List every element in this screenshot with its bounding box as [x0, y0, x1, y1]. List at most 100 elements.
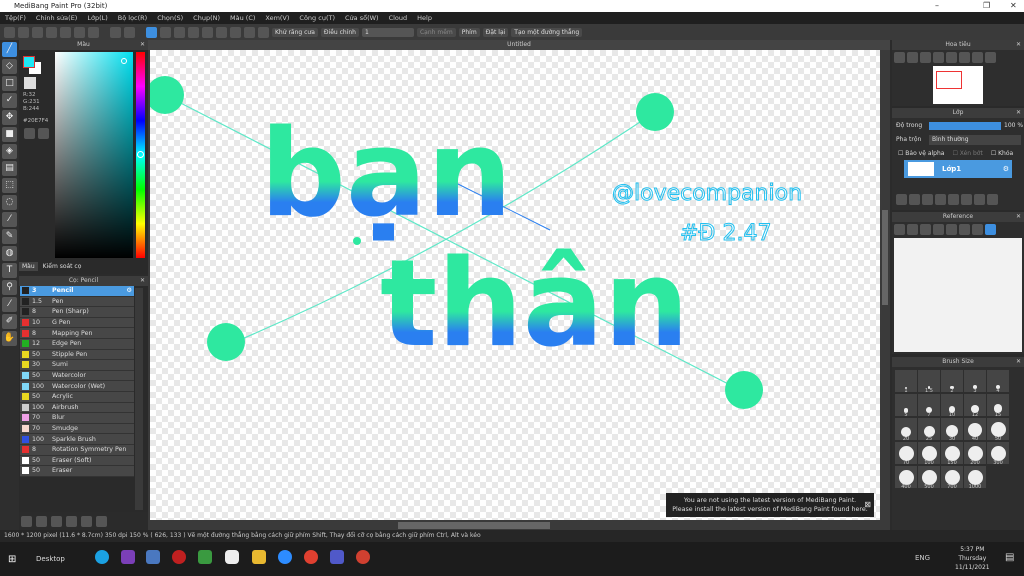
- opacity-slider[interactable]: [929, 122, 1001, 130]
- maximize-button[interactable]: ❐: [983, 0, 990, 12]
- add-brush-icon[interactable]: [21, 516, 32, 527]
- brush-item[interactable]: 100 Sparkle Brush: [20, 434, 134, 445]
- brush-item[interactable]: 8 Rotation Symmetry Pen: [20, 444, 134, 456]
- grid-icon[interactable]: [88, 26, 99, 38]
- reference-view[interactable]: [894, 238, 1022, 352]
- adjust-select[interactable]: 1: [361, 27, 414, 37]
- brush-size-option[interactable]: 400: [895, 466, 917, 490]
- settings-snap-icon[interactable]: [258, 26, 269, 38]
- cloud-icon[interactable]: [4, 26, 15, 38]
- brush-size-option[interactable]: 40: [964, 418, 986, 442]
- zoom-out-icon[interactable]: [959, 224, 970, 235]
- brush-size-option[interactable]: 100: [918, 442, 940, 466]
- actual-size-icon[interactable]: [933, 52, 944, 63]
- cross-snap-icon[interactable]: [174, 26, 185, 38]
- zoom-out-icon[interactable]: [907, 52, 918, 63]
- snap-off-icon[interactable]: [146, 26, 157, 38]
- horizontal-scrollbar[interactable]: [398, 522, 550, 529]
- brush-item[interactable]: 1.5 Pen: [20, 296, 134, 308]
- ellipse-snap-icon[interactable]: [244, 26, 255, 38]
- antialias-toggle[interactable]: Khử răng cưa: [272, 27, 318, 37]
- blend-mode-select[interactable]: Bình thường: [929, 135, 1021, 145]
- desktop-toolbar[interactable]: Desktop: [36, 555, 65, 563]
- magic-wand-tool-icon[interactable]: ⁄: [2, 212, 17, 227]
- menu-item[interactable]: Công cụ(T): [299, 12, 335, 24]
- cloud-open-icon[interactable]: [894, 224, 905, 235]
- layer-row[interactable]: Lớp1 ⚙: [904, 160, 1012, 178]
- brush-size-option[interactable]: 3: [964, 370, 986, 394]
- comment-icon[interactable]: [32, 26, 43, 38]
- brush-item[interactable]: 50 Acrylic: [20, 391, 134, 403]
- brush-item[interactable]: 10 G Pen: [20, 317, 134, 329]
- brush-size-option[interactable]: 7: [918, 394, 940, 418]
- transparent-swatch[interactable]: [24, 77, 36, 89]
- brush-tool-icon[interactable]: ╱: [2, 42, 17, 57]
- list-icon[interactable]: [74, 26, 85, 38]
- close-icon[interactable]: ✕: [1016, 357, 1021, 367]
- brush-size-option[interactable]: 15: [987, 394, 1009, 418]
- close-reference-icon[interactable]: [920, 224, 931, 235]
- brush-size-option[interactable]: 200: [964, 442, 986, 466]
- export-icon[interactable]: [18, 26, 29, 38]
- folder-icon[interactable]: [66, 516, 77, 527]
- saturation-value-picker[interactable]: [55, 52, 133, 258]
- redo-icon[interactable]: [124, 26, 135, 38]
- skype-icon[interactable]: [95, 550, 109, 564]
- close-icon[interactable]: ⊠: [864, 500, 871, 509]
- app-g-icon[interactable]: [121, 550, 135, 564]
- new-layer-icon[interactable]: [896, 194, 907, 205]
- medibang-icon[interactable]: [225, 550, 239, 564]
- brush-size-option[interactable]: 500: [918, 466, 940, 490]
- notepad-icon[interactable]: [146, 550, 160, 564]
- brush-item[interactable]: 50 Eraser: [20, 466, 134, 477]
- close-icon[interactable]: ✕: [1016, 108, 1021, 118]
- brush-size-option[interactable]: 1000: [964, 466, 986, 490]
- brush-size-option[interactable]: 30: [941, 418, 963, 442]
- rotate-right-icon[interactable]: [959, 52, 970, 63]
- brush-size-option[interactable]: 300: [987, 442, 1009, 466]
- layer-settings-icon[interactable]: [974, 194, 985, 205]
- brush-list-scrollbar[interactable]: [135, 288, 143, 510]
- notification-icon[interactable]: ▤: [1005, 552, 1014, 563]
- hue-slider[interactable]: [136, 52, 145, 258]
- brush-item[interactable]: 8 Pen (Sharp): [20, 307, 134, 318]
- navigator-thumbnail[interactable]: [933, 66, 983, 104]
- parallel-snap-icon[interactable]: [160, 26, 171, 38]
- gear-icon[interactable]: ⚙: [126, 287, 132, 294]
- select-rect-tool-icon[interactable]: □: [2, 76, 17, 91]
- teams-icon[interactable]: [330, 550, 344, 564]
- close-button[interactable]: ✕: [1010, 0, 1017, 12]
- rotate-left-icon[interactable]: [946, 52, 957, 63]
- import-brush-icon[interactable]: [36, 516, 47, 527]
- curve-snap-icon[interactable]: [230, 26, 241, 38]
- clock[interactable]: 5:37 PM Thursday 11/11/2021: [955, 545, 990, 572]
- eyedropper-icon[interactable]: [972, 224, 983, 235]
- page-icon[interactable]: [46, 26, 57, 38]
- menu-item[interactable]: Màu (C): [230, 12, 255, 24]
- windows-start-icon[interactable]: ⊞: [8, 554, 16, 565]
- dropper-tool-icon[interactable]: ⁄: [2, 297, 17, 312]
- bucket-tool-icon[interactable]: ◈: [2, 144, 17, 159]
- menu-item[interactable]: Xem(V): [265, 12, 289, 24]
- straight-line-button[interactable]: Tạo một đường thẳng: [511, 27, 583, 37]
- menu-item[interactable]: Help: [417, 12, 432, 24]
- folder-icon[interactable]: [948, 194, 959, 205]
- palette-icon[interactable]: [24, 128, 35, 139]
- menu-item[interactable]: Chọn(S): [157, 12, 183, 24]
- clipping-checkbox[interactable]: ☐ Xén bớt: [952, 150, 982, 157]
- document-tab[interactable]: Untitled: [148, 40, 890, 50]
- chrome-profile-icon[interactable]: [356, 550, 370, 564]
- foreground-color-swatch[interactable]: [23, 56, 35, 68]
- brush-item[interactable]: 50 Eraser (Soft): [20, 455, 134, 467]
- delete-icon[interactable]: [96, 516, 107, 527]
- chrome-icon[interactable]: [304, 550, 318, 564]
- menu-item[interactable]: Cửa sổ(W): [345, 12, 379, 24]
- brush-size-option[interactable]: 12: [964, 394, 986, 418]
- hand-tool-icon[interactable]: ✋: [2, 331, 17, 346]
- open-folder-icon[interactable]: [907, 224, 918, 235]
- close-icon[interactable]: ✕: [1016, 40, 1021, 50]
- menu-item[interactable]: Tệp(F): [5, 12, 26, 24]
- radial-snap-icon[interactable]: [202, 26, 213, 38]
- fill-rect-tool-icon[interactable]: ■: [2, 127, 17, 142]
- vanishing-snap-icon[interactable]: [188, 26, 199, 38]
